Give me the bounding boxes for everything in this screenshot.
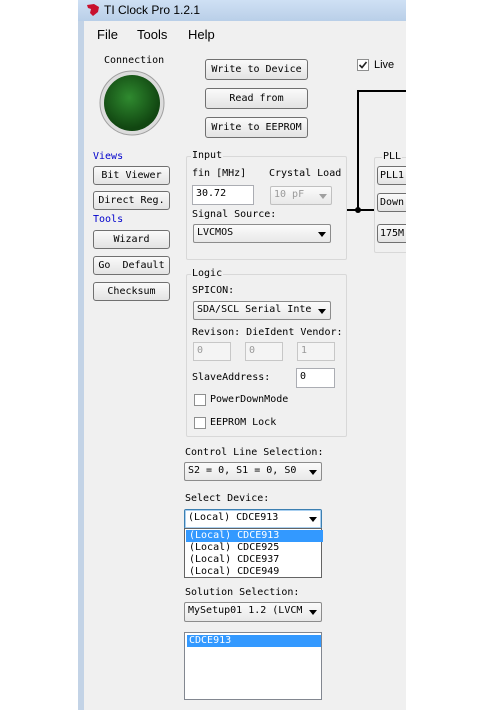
spicon-select[interactable]: SDA/SCL Serial Inte (193, 301, 331, 320)
read-from-button[interactable]: Read from (205, 88, 308, 109)
write-to-eeprom-button[interactable]: Write to EEPROM (205, 117, 308, 138)
chevron-down-icon (309, 610, 317, 615)
go-default-button[interactable]: Go Default (93, 256, 170, 275)
solution-list-item[interactable]: CDCE913 (187, 635, 321, 647)
chevron-down-icon (309, 517, 317, 522)
bit-viewer-button[interactable]: Bit Viewer (93, 166, 170, 185)
logic-group-title: Logic (191, 268, 224, 279)
powerdown-checkbox[interactable] (194, 394, 206, 406)
eeprom-lock-label: EEPROM Lock (210, 417, 277, 428)
vendor-field: 1 (297, 342, 335, 361)
chevron-down-icon (318, 231, 326, 237)
solution-value: MySetup01 1.2 (LVCM (188, 605, 303, 616)
crystal-load-select[interactable]: 10 pF (270, 186, 332, 205)
device-option[interactable]: (Local) CDCE925 (186, 542, 323, 554)
chevron-down-icon (319, 193, 327, 199)
crystal-load-value: 10 pF (274, 189, 305, 200)
diagram-junction (355, 207, 361, 213)
chevron-down-icon (309, 469, 317, 475)
powerdown-label: PowerDownMode (210, 394, 289, 405)
select-device-label: Select Device: (185, 493, 270, 504)
direct-reg-button[interactable]: Direct Reg. (93, 191, 170, 210)
pll-group-title: PLL (382, 151, 403, 162)
revision-field: 0 (193, 342, 231, 361)
dieident-field: 0 (245, 342, 283, 361)
diagram-line (357, 90, 406, 92)
crystal-load-label: Crystal Load (269, 168, 342, 179)
control-line-value: S2 = 0, S1 = 0, S0 (188, 465, 297, 476)
live-checkbox[interactable] (357, 59, 369, 71)
connection-status-led (99, 70, 165, 136)
diagram-line (357, 90, 359, 211)
slave-address-input[interactable]: 0 (296, 368, 335, 388)
solution-select[interactable]: MySetup01 1.2 (LVCM (184, 602, 322, 622)
signal-source-select[interactable]: LVCMOS (193, 224, 331, 243)
solution-list[interactable]: CDCE913 (184, 632, 322, 700)
window-title: TI Clock Pro 1.2.1 (104, 3, 201, 17)
eeprom-lock-checkbox[interactable] (194, 417, 206, 429)
input-group-title: Input (191, 150, 224, 161)
menu-file[interactable]: File (97, 27, 118, 42)
fin-label: fin [MHz] (192, 168, 247, 179)
tools-label: Tools (93, 214, 124, 225)
spicon-value: SDA/SCL Serial Inte (197, 304, 312, 315)
menu-help[interactable]: Help (188, 27, 215, 42)
chevron-down-icon (318, 308, 326, 314)
slave-address-label: SlaveAddress: (192, 372, 271, 383)
spicon-label: SPICON: (192, 285, 235, 296)
diagram-line (347, 209, 375, 211)
solution-selection-label: Solution Selection: (185, 587, 300, 598)
signal-source-label: Signal Source: (192, 209, 277, 220)
menu-bar (84, 24, 406, 46)
select-device-combo[interactable]: (Local) CDCE913 (184, 509, 322, 529)
connection-label: Connection (104, 55, 165, 66)
select-device-value: (Local) CDCE913 (188, 512, 279, 523)
control-line-label: Control Line Selection: (185, 447, 324, 458)
checkmark-icon (358, 61, 368, 69)
write-to-device-button[interactable]: Write to Device (205, 59, 308, 80)
fin-input[interactable]: 30.72 (192, 185, 254, 205)
checksum-button[interactable]: Checksum (93, 282, 170, 301)
wizard-button[interactable]: Wizard (93, 230, 170, 249)
device-dropdown-list[interactable]: (Local) CDCE913 (Local) CDCE925 (Local) … (184, 528, 323, 578)
ti-logo-icon (87, 4, 99, 16)
menu-tools[interactable]: Tools (137, 27, 167, 42)
live-label: Live (374, 59, 395, 71)
device-option[interactable]: (Local) CDCE913 (186, 530, 323, 542)
id-labels: Revison: DieIdent Vendor: (192, 327, 343, 338)
signal-source-value: LVCMOS (197, 227, 234, 238)
control-line-select[interactable]: S2 = 0, S1 = 0, S0 (184, 462, 322, 481)
device-option[interactable]: (Local) CDCE937 (186, 554, 323, 566)
device-option[interactable]: (Local) CDCE949 (186, 566, 323, 578)
outside-background (406, 0, 504, 710)
views-label: Views (93, 151, 124, 162)
